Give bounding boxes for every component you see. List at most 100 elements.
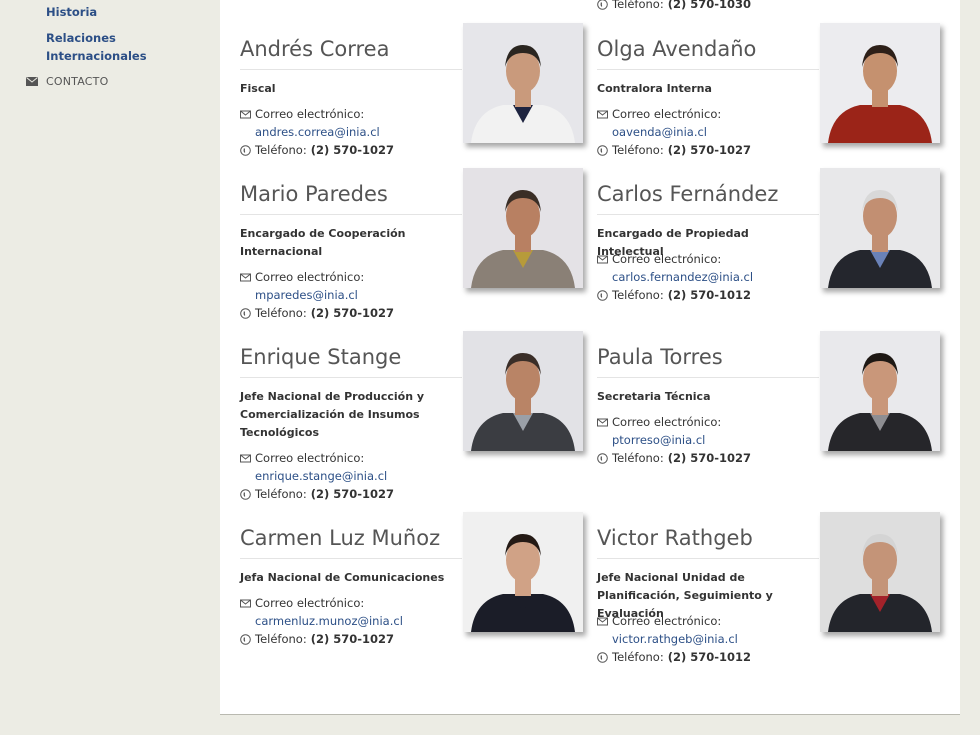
contact-info: Correo electrónico: victor.rathgeb@inia.…: [597, 612, 751, 666]
envelope-icon: [240, 454, 251, 462]
phone-icon: [240, 144, 251, 156]
contact-info: Correo electrónico: enrique.stange@inia.…: [240, 449, 394, 503]
email-label: Correo electrónico:: [255, 107, 365, 121]
email-link[interactable]: carlos.fernandez@inia.cl: [597, 268, 753, 286]
phone-number: (2) 570-1027: [310, 632, 395, 646]
phone-icon: [240, 633, 251, 645]
contact-info: Correo electrónico: carlos.fernandez@ini…: [597, 250, 753, 304]
phone-row: Teléfono: (2) 570-1027: [597, 141, 751, 159]
email-row: Correo electrónico:: [240, 449, 394, 467]
contact-info: Correo electrónico: oavenda@inia.cl Telé…: [597, 105, 751, 159]
envelope-icon: [240, 599, 251, 607]
staff-name: Enrique Stange: [240, 343, 462, 378]
phone-row: Teléfono: (2) 570-1012: [597, 286, 753, 304]
email-label: Correo electrónico:: [612, 107, 722, 121]
sidebar: Historia Relaciones Internacionales CONT…: [0, 0, 220, 735]
staff-name: Paula Torres: [597, 343, 819, 378]
phone-row: Teléfono: (2) 570-1012: [597, 648, 751, 666]
staff-photo: [463, 23, 583, 143]
phone-icon: [597, 452, 608, 464]
phone-row: Teléfono: (2) 570-1027: [240, 304, 394, 322]
email-row: Correo electrónico:: [240, 105, 394, 123]
email-link[interactable]: mparedes@inia.cl: [240, 286, 358, 304]
content-bottom-border: [220, 714, 960, 715]
staff-name: Carlos Fernández: [597, 180, 819, 215]
email-row: Correo electrónico:: [240, 268, 394, 286]
staff-role: Jefe Nacional de Producción y Comerciali…: [240, 390, 425, 439]
previous-card-phone: Teléfono: (2) 570-1030: [597, 0, 751, 11]
email-row: Correo electrónico:: [597, 612, 751, 630]
email-label: Correo electrónico:: [255, 270, 365, 284]
phone-number: (2) 570-1027: [310, 306, 395, 320]
phone-label: Teléfono:: [255, 306, 307, 320]
staff-photo: [463, 331, 583, 451]
phone-row: Teléfono: (2) 570-1027: [597, 449, 751, 467]
sidebar-item-relaciones-internacionales[interactable]: Relaciones Internacionales: [46, 29, 156, 65]
envelope-icon: [240, 110, 251, 118]
email-label: Correo electrónico:: [255, 596, 365, 610]
envelope-icon: [597, 110, 608, 118]
staff-name: Carmen Luz Muñoz: [240, 524, 462, 559]
page-right-margin: [960, 0, 980, 735]
envelope-icon: [597, 418, 608, 426]
email-link[interactable]: ptorreso@inia.cl: [597, 431, 705, 449]
email-row: Correo electrónico:: [597, 413, 751, 431]
phone-label: Teléfono:: [255, 632, 307, 646]
phone-label: Teléfono:: [612, 143, 664, 157]
staff-role: Jefa Nacional de Comunicaciones: [240, 571, 445, 584]
staff-name: Mario Paredes: [240, 180, 462, 215]
email-link[interactable]: enrique.stange@inia.cl: [240, 467, 387, 485]
staff-photo: [820, 23, 940, 143]
staff-photo: [820, 512, 940, 632]
phone-label: Teléfono:: [612, 288, 664, 302]
phone-icon: [597, 144, 608, 156]
staff-photo: [463, 168, 583, 288]
staff-role: Fiscal: [240, 82, 276, 95]
sidebar-contact-label: CONTACTO: [46, 74, 109, 88]
phone-icon: [240, 307, 251, 319]
phone-label: Teléfono:: [612, 650, 664, 664]
phone-number: (2) 570-1027: [310, 487, 395, 501]
email-link[interactable]: victor.rathgeb@inia.cl: [597, 630, 738, 648]
phone-number: (2) 570-1030: [667, 0, 752, 11]
email-link[interactable]: oavenda@inia.cl: [597, 123, 707, 141]
email-label: Correo electrónico:: [612, 415, 722, 429]
email-row: Correo electrónico:: [240, 594, 403, 612]
phone-icon: [240, 488, 251, 500]
phone-icon: [597, 289, 608, 301]
phone-number: (2) 570-1027: [667, 143, 752, 157]
phone-number: (2) 570-1027: [310, 143, 395, 157]
phone-row: Teléfono: (2) 570-1027: [240, 485, 394, 503]
email-label: Correo electrónico:: [612, 252, 722, 266]
envelope-icon: [597, 255, 608, 263]
phone-row: Teléfono: (2) 570-1027: [240, 141, 394, 159]
contact-info: Correo electrónico: mparedes@inia.cl Tel…: [240, 268, 394, 322]
email-label: Correo electrónico:: [255, 451, 365, 465]
email-row: Correo electrónico:: [597, 250, 753, 268]
envelope-icon: [597, 617, 608, 625]
sidebar-item-contacto[interactable]: CONTACTO: [26, 72, 108, 90]
contact-info: Correo electrónico: andres.correa@inia.c…: [240, 105, 394, 159]
phone-number: (2) 570-1027: [667, 451, 752, 465]
phone-number: (2) 570-1012: [667, 288, 752, 302]
staff-photo: [463, 512, 583, 632]
phone-label: Teléfono:: [612, 0, 664, 11]
envelope-icon: [26, 76, 38, 86]
contact-info: Correo electrónico: ptorreso@inia.cl Tel…: [597, 413, 751, 467]
staff-role: Secretaria Técnica: [597, 390, 711, 403]
staff-role: Encargado de Cooperación Internacional: [240, 227, 406, 258]
email-link[interactable]: andres.correa@inia.cl: [240, 123, 380, 141]
sidebar-item-historia[interactable]: Historia: [46, 3, 97, 21]
phone-number: (2) 570-1012: [667, 650, 752, 664]
phone-row: Teléfono: (2) 570-1027: [240, 630, 403, 648]
phone-label: Teléfono:: [612, 451, 664, 465]
email-link[interactable]: carmenluz.munoz@inia.cl: [240, 612, 403, 630]
staff-photo: [820, 168, 940, 288]
staff-photo: [820, 331, 940, 451]
staff-name: Andrés Correa: [240, 35, 462, 70]
phone-icon: [597, 0, 608, 10]
phone-label: Teléfono:: [255, 143, 307, 157]
phone-label: Teléfono:: [255, 487, 307, 501]
email-row: Correo electrónico:: [597, 105, 751, 123]
phone-icon: [597, 651, 608, 663]
